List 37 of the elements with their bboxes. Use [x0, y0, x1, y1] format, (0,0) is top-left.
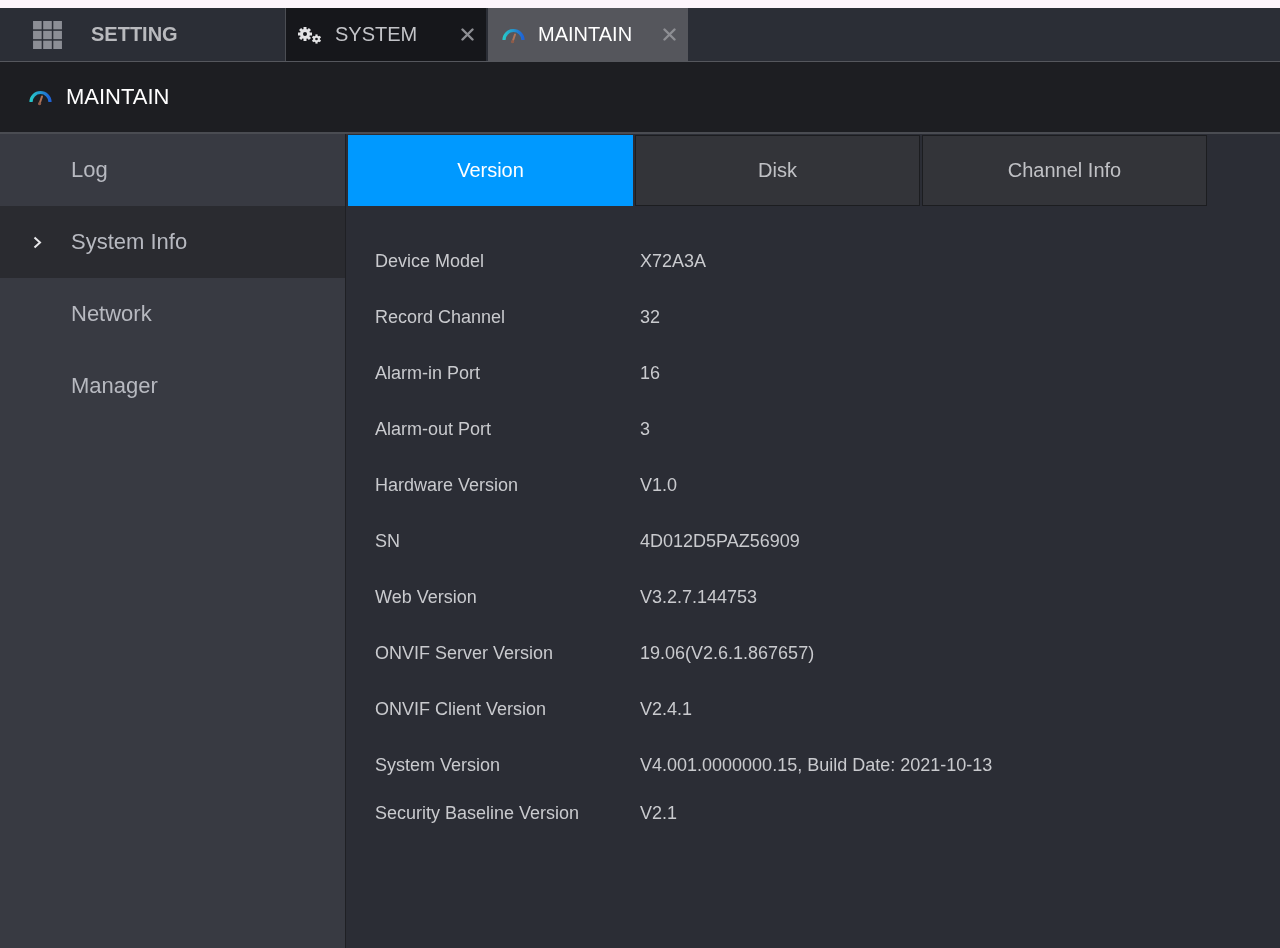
sidebar-item[interactable]: Log	[0, 134, 345, 206]
close-icon[interactable]	[461, 28, 474, 41]
sidebar-item[interactable]: Network	[0, 278, 345, 350]
info-label: ONVIF Server Version	[375, 642, 555, 664]
info-value: V1.0	[640, 474, 678, 496]
info-value: 3	[640, 418, 650, 440]
info-label: Hardware Version	[375, 474, 520, 496]
info-label: SN	[375, 530, 401, 552]
sidebar-item[interactable]: System Info	[0, 206, 345, 278]
info-label: System Version	[375, 754, 502, 776]
chevron-right-icon	[33, 235, 42, 249]
info-label: Alarm-out Port	[375, 418, 493, 440]
info-label: Record Channel	[375, 306, 507, 328]
sidebar-item[interactable]: Manager	[0, 350, 345, 422]
info-value: V3.2.7.144753	[640, 586, 758, 608]
page-tab[interactable]: MAINTAIN	[488, 8, 688, 61]
grid-menu-icon[interactable]	[33, 20, 62, 49]
info-value: 16	[640, 362, 661, 384]
info-value: 32	[640, 306, 661, 328]
gears-icon	[298, 25, 322, 44]
page-tab[interactable]: SYSTEM	[286, 8, 486, 61]
info-value: V2.1	[640, 802, 678, 824]
info-label: Security Baseline Version	[375, 802, 581, 824]
info-value: 4D012D5PAZ56909	[640, 530, 800, 552]
setting-title: SETTING	[91, 23, 178, 46]
content-tab[interactable]: Channel Info	[922, 135, 1207, 206]
info-label: Web Version	[375, 586, 478, 608]
content-tab[interactable]: Disk	[635, 135, 920, 206]
info-value: X72A3A	[640, 250, 707, 272]
info-value: V4.001.0000000.15, Build Date: 2021-10-13	[640, 754, 993, 776]
info-label: Alarm-in Port	[375, 362, 482, 384]
gauge-icon	[29, 88, 52, 106]
info-value: 19.06(V2.6.1.867657)	[640, 642, 815, 664]
info-value: V2.4.1	[640, 698, 693, 720]
info-label: ONVIF Client Version	[375, 698, 548, 720]
info-label: Device Model	[375, 250, 486, 272]
page-title: MAINTAIN	[66, 84, 170, 110]
